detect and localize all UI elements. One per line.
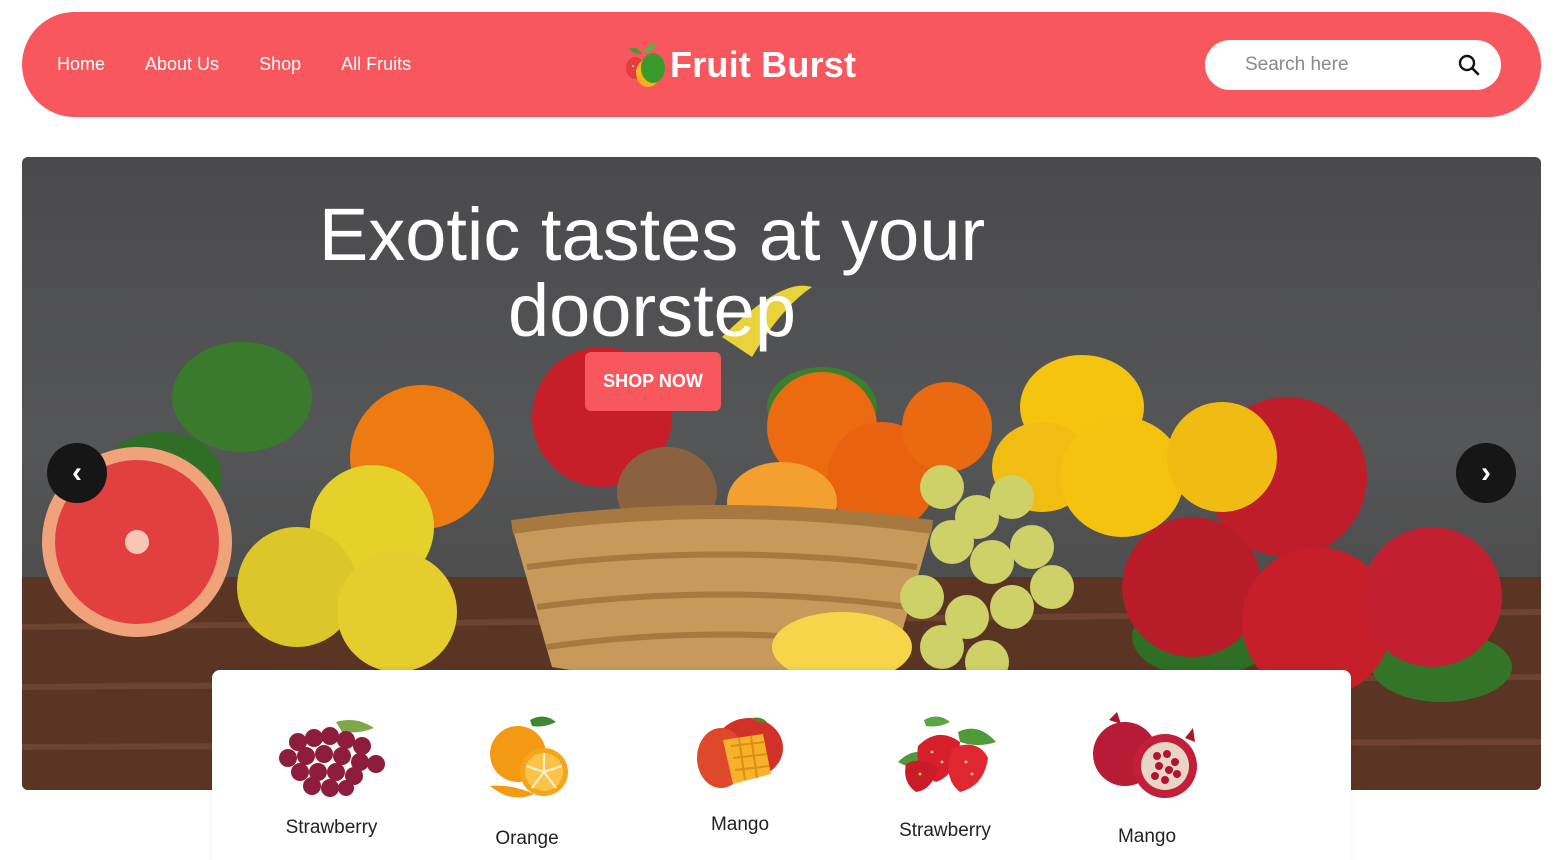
nav-home[interactable]: Home bbox=[57, 54, 105, 75]
brand-logo[interactable]: Fruit Burst bbox=[622, 12, 856, 117]
grapes-icon bbox=[278, 720, 385, 797]
orange-icon bbox=[490, 716, 568, 798]
category-mango-1[interactable]: Mango bbox=[690, 714, 790, 836]
nav-all-fruits[interactable]: All Fruits bbox=[341, 54, 411, 75]
carousel-next-button[interactable]: › bbox=[1456, 443, 1516, 503]
nav-shop[interactable]: Shop bbox=[259, 54, 301, 75]
category-label: Mango bbox=[1117, 826, 1177, 847]
category-label: Strawberry bbox=[285, 817, 378, 838]
category-orange[interactable]: Orange bbox=[477, 714, 577, 850]
chevron-right-icon: › bbox=[1481, 456, 1491, 489]
chevron-left-icon: ‹ bbox=[72, 456, 82, 489]
carousel-prev-button[interactable]: ‹ bbox=[47, 443, 107, 503]
top-header: Home About Us Shop All Fruits Fruit Burs… bbox=[22, 12, 1541, 117]
search-box bbox=[1205, 40, 1501, 90]
fruit-logo-icon bbox=[626, 43, 665, 87]
pomegranate-icon bbox=[1093, 712, 1197, 798]
category-strawberry-2[interactable]: Strawberry bbox=[886, 712, 1004, 842]
category-strawberry-1[interactable]: Strawberry bbox=[274, 712, 389, 839]
shop-now-button[interactable]: SHOP NOW bbox=[585, 352, 721, 411]
category-label: Orange bbox=[495, 828, 559, 849]
brand-name: Fruit Burst bbox=[670, 43, 857, 85]
main-nav: Home About Us Shop All Fruits bbox=[57, 12, 451, 117]
mango-icon bbox=[697, 717, 783, 788]
strawberry-icon bbox=[898, 716, 996, 792]
category-mango-2[interactable]: Mango bbox=[1086, 710, 1208, 848]
nav-about-us[interactable]: About Us bbox=[145, 54, 219, 75]
category-label: Mango bbox=[710, 814, 770, 835]
search-input[interactable] bbox=[1245, 54, 1445, 76]
search-icon[interactable] bbox=[1457, 53, 1481, 77]
category-label: Strawberry bbox=[899, 820, 991, 841]
fruit-categories: Strawberry Orange Mango Strawberry Mango bbox=[212, 670, 1351, 860]
hero-title: Exotic tastes at your doorstep bbox=[318, 193, 986, 352]
